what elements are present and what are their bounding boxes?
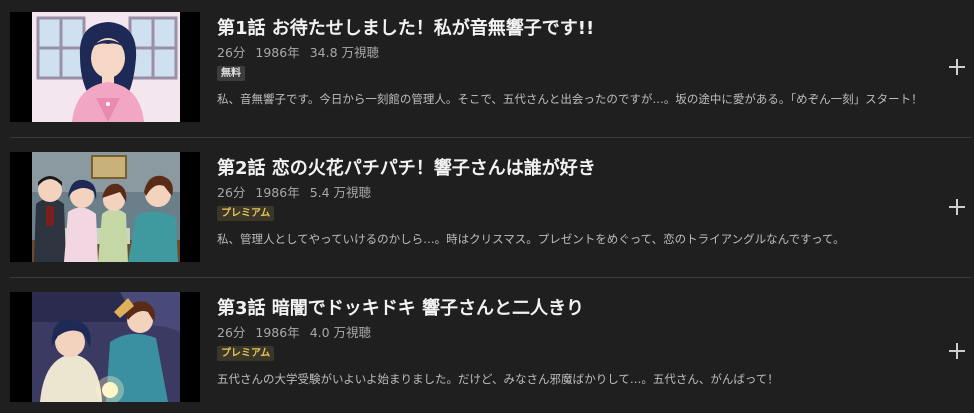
episode-3-meta: 26分 1986年 4.0 万視聴 (217, 322, 377, 341)
episode-3-views: 4.0 万視聴 (309, 325, 372, 340)
episode-2-description: 私、管理人としてやっていけるのかしら…。時はクリスマス。プレゼントをめぐって、恋… (217, 232, 845, 246)
episode-3-description: 五代さんの大学受験がいよいよ始まりました。だけど、みなさん邪魔ばかりして…。五代… (217, 372, 779, 386)
episode-1-duration: 26分 (217, 45, 246, 60)
plus-icon[interactable] (946, 196, 968, 218)
episode-3-premium-badge: プレミアム (217, 346, 275, 361)
episode-2-title[interactable]: 第2話 恋の火花パチパチ！響子さんは誰が好き (217, 154, 596, 180)
episode-1-free-badge: 無料 (217, 66, 245, 81)
episode-1-description: 私、音無響子です。今日から一刻館の管理人。そこで、五代さんと出会ったのですが…。… (217, 92, 923, 106)
episode-1-views: 34.8 万視聴 (309, 45, 379, 60)
episode-2-premium-badge: プレミアム (217, 206, 275, 221)
episode-2-thumbnail[interactable] (10, 152, 200, 262)
episode-2-year: 1986年 (255, 185, 300, 200)
episode-3-duration: 26分 (217, 325, 246, 340)
episode-2-views: 5.4 万視聴 (309, 185, 372, 200)
divider (10, 277, 972, 278)
divider (10, 137, 972, 138)
plus-icon[interactable] (946, 340, 968, 362)
episode-3-thumbnail[interactable] (10, 292, 200, 402)
episode-list: 第1話 お待たせしました！私が音無響子です!! 26分 1986年 34.8 万… (0, 0, 974, 413)
plus-icon[interactable] (946, 56, 968, 78)
episode-1-meta: 26分 1986年 34.8 万視聴 (217, 42, 385, 61)
episode-1-thumbnail[interactable] (10, 12, 200, 122)
episode-1-title[interactable]: 第1話 お待たせしました！私が音無響子です!! (217, 14, 594, 40)
episode-3-year: 1986年 (255, 325, 300, 340)
episode-item-1[interactable]: 第1話 お待たせしました！私が音無響子です!! 26分 1986年 34.8 万… (0, 0, 974, 134)
episode-item-3[interactable]: 第3話 暗闇でドッキドキ 響子さんと二人きり 26分 1986年 4.0 万視聴… (0, 280, 974, 413)
episode-3-title[interactable]: 第3話 暗闇でドッキドキ 響子さんと二人きり (217, 294, 584, 320)
episode-2-duration: 26分 (217, 185, 246, 200)
episode-1-year: 1986年 (255, 45, 300, 60)
episode-2-meta: 26分 1986年 5.4 万視聴 (217, 182, 377, 201)
episode-item-2[interactable]: 第2話 恋の火花パチパチ！響子さんは誰が好き 26分 1986年 5.4 万視聴… (0, 140, 974, 274)
